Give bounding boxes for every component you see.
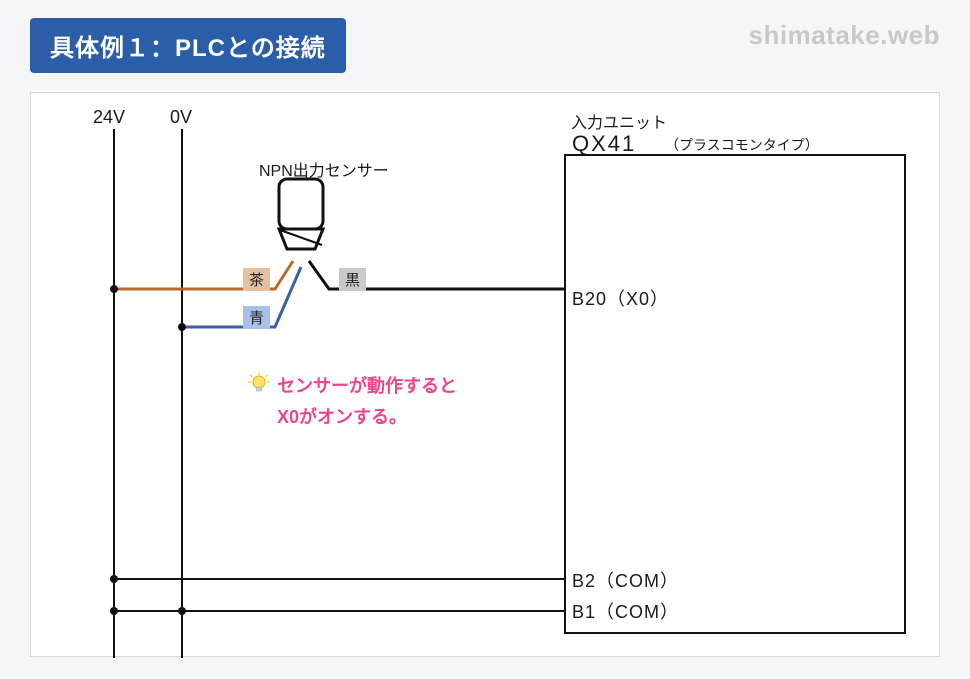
page-title: 具体例１：PLCとの接続 [30,18,346,73]
wire-tag-blue: 青 [243,306,270,329]
diagram-frame: 24V 0V NPN出力センサー 茶 青 黒 入力ユニット QX41 （プラスコ… [30,92,940,657]
callout-text: センサーが動作すると X0がオンする。 [277,371,457,432]
wire-tag-brown: 茶 [243,268,270,291]
terminal-b1: B1（COM） [572,598,679,624]
terminal-b2: B2（COM） [572,567,679,593]
callout-line1: センサーが動作すると [277,371,457,402]
unit-subtitle: （プラスコモンタイプ） [665,135,819,155]
unit-header: 入力ユニット [571,109,667,133]
sensor-title: NPN出力センサー [259,157,389,181]
terminal-b20: B20（X0） [572,285,669,311]
lightbulb-icon [247,371,271,395]
unit-model: QX41 [572,131,636,157]
wire-tag-black: 黒 [339,268,366,291]
callout-line2: X0がオンする。 [277,402,457,433]
rail-0v-label: 0V [170,107,192,128]
watermark: shimatake.web [749,20,940,51]
rail-24v-label: 24V [93,107,125,128]
wiring-diagram [31,93,941,658]
